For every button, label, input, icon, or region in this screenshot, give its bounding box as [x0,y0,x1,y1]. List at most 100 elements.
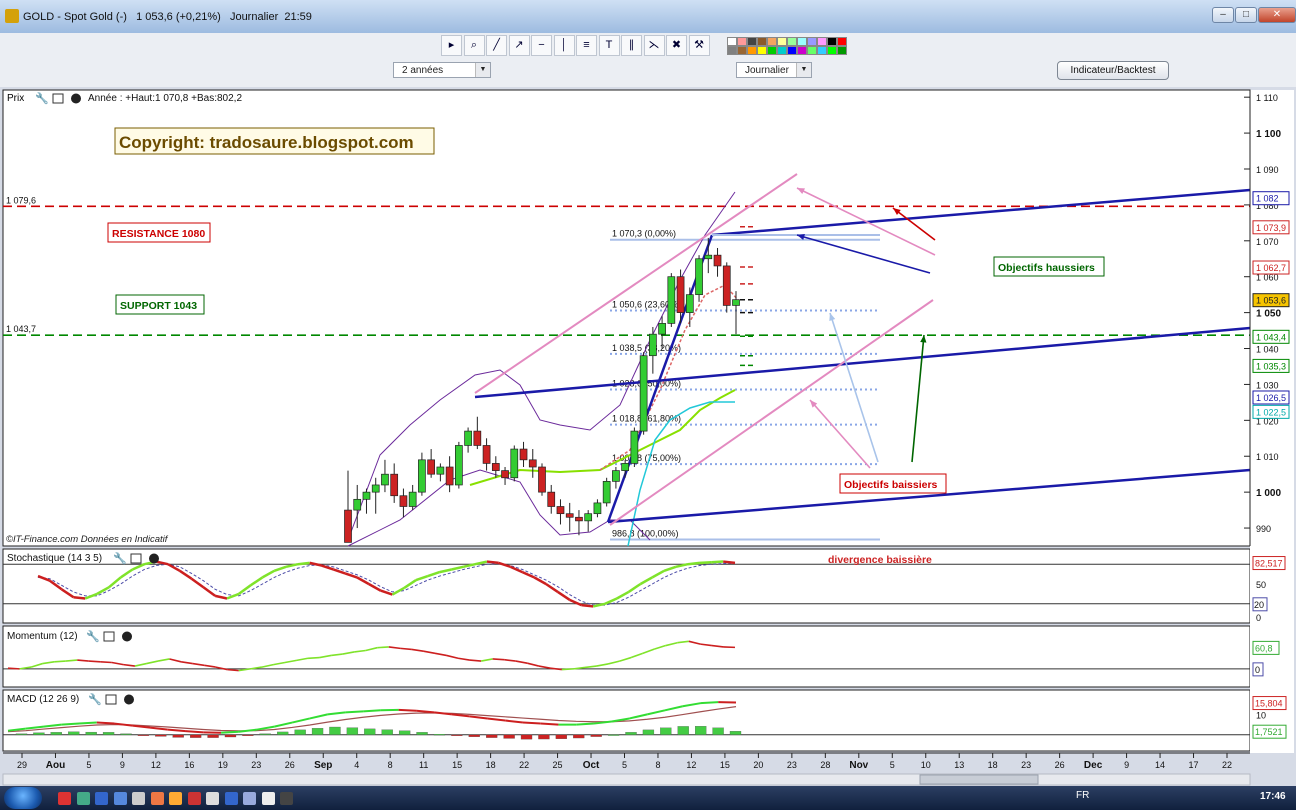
start-button[interactable] [4,787,42,809]
palette-swatch[interactable] [817,37,827,46]
trash-icon[interactable]: ✖ [666,35,687,56]
candle-body[interactable] [630,430,639,464]
candle-body[interactable] [371,484,380,493]
candle-body[interactable] [538,466,546,493]
candle-body[interactable] [399,495,408,507]
palette-swatch[interactable] [817,46,827,55]
candle-body[interactable] [528,459,537,468]
taskbar-app-icon[interactable] [95,792,108,805]
candle-body[interactable] [575,516,583,522]
candle-body[interactable] [621,463,629,471]
palette-swatch[interactable] [757,46,767,55]
taskbar-app-icon[interactable] [150,792,164,805]
close-icon[interactable] [71,93,81,104]
candle-body[interactable] [418,459,426,493]
wrench-icon[interactable]: 🔧 [35,91,49,105]
candle-body[interactable] [427,459,435,475]
momentum-panel[interactable] [2,625,1251,688]
candle-body[interactable] [519,448,528,461]
palette-swatch[interactable] [757,37,767,46]
close-icon[interactable] [149,553,159,564]
stochastic-panel[interactable] [2,548,1251,624]
palette-swatch[interactable] [747,46,757,55]
palette-swatch[interactable] [827,37,837,46]
palette-swatch[interactable] [787,37,797,46]
palette-swatch[interactable] [797,46,807,55]
palette-swatch[interactable] [837,46,847,55]
palette-swatch[interactable] [787,46,797,55]
taskbar-app-icon[interactable] [187,792,201,805]
vertical-line-icon[interactable]: │ [553,35,575,56]
wrench-icon[interactable]: 🔧 [113,551,127,565]
candle-body[interactable] [390,473,399,497]
candle-body[interactable] [593,502,602,515]
wrench-icon[interactable]: 🔧 [86,629,100,643]
candle-body[interactable] [455,445,463,486]
candle-body[interactable] [649,333,657,357]
candle-body[interactable] [612,470,620,482]
taskbar-app-icon[interactable] [76,792,90,805]
candle-body[interactable] [667,276,676,324]
line-icon[interactable]: ╱ [486,35,507,56]
candle-body[interactable] [584,513,593,522]
taskbar-app-icon[interactable] [224,792,238,805]
close-button[interactable]: ✕ [1258,7,1296,23]
candle-body[interactable] [491,463,500,471]
channel-icon[interactable]: ∥ [621,35,642,56]
pointer-icon[interactable]: ▸ [441,35,462,56]
candle-body[interactable] [704,254,713,260]
language-indicator[interactable]: FR [1076,790,1089,801]
trendline-icon[interactable]: ↗ [508,35,530,56]
price-panel[interactable] [2,89,1251,547]
wrench-icon[interactable]: 🔧 [88,692,102,706]
taskbar-app-icon[interactable] [243,792,256,805]
taskbar-app-icon[interactable] [58,792,71,805]
taskbar-app-icon[interactable] [261,792,275,805]
candle-body[interactable] [436,466,445,475]
candle-body[interactable] [344,509,352,543]
horizontal-line-icon[interactable]: − [531,35,552,56]
maximize-button[interactable]: □ [1235,7,1257,23]
taskbar-app-icon[interactable] [169,792,182,805]
candle-body[interactable] [639,355,648,432]
taskbar-app-icon[interactable] [113,792,127,805]
candle-body[interactable] [556,506,565,515]
palette-swatch[interactable] [807,46,817,55]
close-icon[interactable] [124,694,134,705]
minimize-button[interactable]: – [1212,7,1234,23]
zoom-icon[interactable]: ⌕ [463,35,485,56]
candle-body[interactable] [658,323,666,335]
candle-body[interactable] [362,491,371,500]
palette-swatch[interactable] [727,46,737,55]
palette-swatch[interactable] [737,46,747,55]
candle-body[interactable] [482,445,491,464]
palette-swatch[interactable] [797,37,807,46]
palette-swatch[interactable] [777,46,787,55]
candle-body[interactable] [695,258,703,296]
fibonacci-icon[interactable]: ≡ [576,35,597,56]
period-select[interactable]: 2 années ▼ [393,62,491,78]
scrollbar-thumb[interactable] [919,774,1039,785]
candle-body[interactable] [722,265,731,306]
chart-area[interactable]: 1 070,3 (0,00%)1 050,6 (23,60%)1 038,5 (… [0,87,1296,786]
palette-swatch[interactable] [777,37,787,46]
candle-body[interactable] [565,513,574,518]
palette-swatch[interactable] [767,46,777,55]
palette-swatch[interactable] [727,37,737,46]
interval-select[interactable]: Journalier ▼ [736,62,812,78]
palette-swatch[interactable] [737,37,747,46]
candle-body[interactable] [408,491,417,507]
pitchfork-icon[interactable]: ⋋ [643,35,665,56]
candle-body[interactable] [445,466,454,486]
candle-body[interactable] [464,430,472,446]
candle-body[interactable] [501,470,509,479]
settings-icon[interactable]: ⚒ [688,35,710,56]
taskbar-app-icon[interactable] [206,792,219,805]
candle-body[interactable] [676,276,685,313]
candle-body[interactable] [353,498,362,511]
palette-swatch[interactable] [767,37,777,46]
candle-body[interactable] [510,448,519,479]
candle-body[interactable] [685,294,694,313]
candle-body[interactable] [381,473,389,486]
taskbar-app-icon[interactable] [132,792,145,805]
